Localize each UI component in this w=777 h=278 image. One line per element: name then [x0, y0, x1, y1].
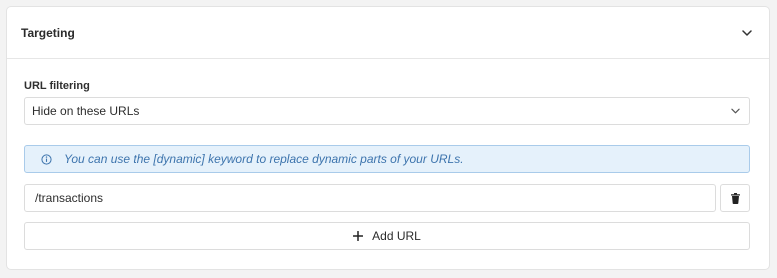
info-text: You can use the [dynamic] keyword to rep… [64, 152, 464, 166]
delete-url-button[interactable] [720, 184, 750, 212]
section-title: Targeting [21, 25, 75, 40]
chevron-down-icon[interactable] [741, 27, 753, 39]
targeting-card: Targeting URL filtering Hide on these UR… [6, 6, 770, 270]
add-url-button[interactable]: Add URL [24, 222, 750, 250]
chevron-down-icon [729, 105, 741, 117]
trash-icon [730, 192, 740, 204]
url-filtering-select[interactable]: Hide on these URLs [24, 97, 750, 125]
url-filtering-label: URL filtering [24, 80, 90, 92]
targeting-section-header[interactable]: Targeting [7, 7, 769, 59]
info-callout: You can use the [dynamic] keyword to rep… [24, 145, 750, 173]
info-icon [41, 153, 52, 165]
url-filtering-selected-value: Hide on these URLs [32, 104, 140, 118]
plus-icon [353, 231, 364, 241]
url-input[interactable] [24, 184, 716, 212]
add-url-label: Add URL [372, 229, 421, 243]
